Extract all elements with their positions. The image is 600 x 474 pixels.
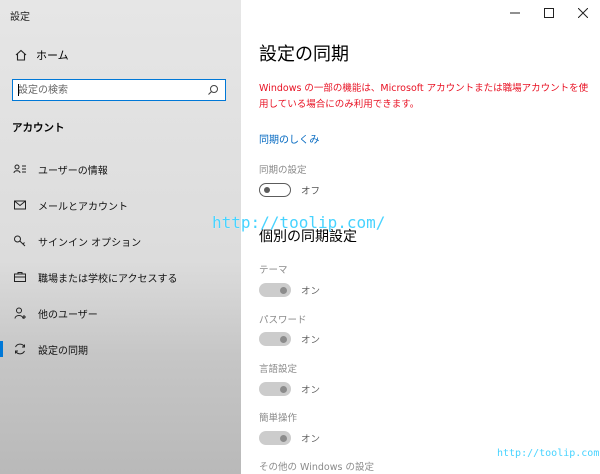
password-label: パスワード [259,315,307,326]
home-nav[interactable]: ホーム [12,44,232,66]
search-box[interactable] [12,79,226,101]
sync-setting-row: オフ [259,182,320,198]
language-row: オン [259,381,320,397]
sidebar-item-label: 設定の同期 [38,345,88,357]
language-toggle[interactable] [259,382,291,396]
text-caret [18,84,19,96]
sidebar-item-label: 職場または学校にアクセスする [38,273,178,285]
sidebar-item-other-users[interactable]: 他のユーザー [0,298,241,328]
password-toggle[interactable] [259,332,291,346]
sidebar-item-label: 他のユーザー [38,309,98,321]
ease-of-access-toggle[interactable] [259,431,291,445]
password-row: オン [259,331,320,347]
mail-icon [12,197,28,213]
search-input[interactable] [18,81,204,99]
theme-state: オン [301,286,321,297]
sidebar-item-label: メールとアカウント [38,201,128,213]
section-header-accounts: アカウント [12,122,65,134]
warning-message: Windows の一部の機能は、Microsoft アカウントまたは職場アカウン… [259,83,589,110]
main-panel: 設定の同期 Windows の一部の機能は、Microsoft アカウントまたは… [241,0,600,474]
home-icon [12,46,30,64]
sidebar-item-mail-accounts[interactable]: メールとアカウント [0,190,241,220]
theme-label: テーマ [259,265,288,276]
page-title: 設定の同期 [259,44,349,65]
person-icon [12,305,28,321]
home-label: ホーム [36,49,69,62]
active-indicator [0,341,3,357]
watermark-center: http://toolip.com/ [212,213,386,232]
maximize-button[interactable] [532,0,566,26]
ease-of-access-row: オン [259,430,320,446]
language-state: オン [301,385,321,396]
close-icon [578,8,588,18]
sync-setting-label: 同期の設定 [259,165,307,176]
sidebar-item-work-school[interactable]: 職場または学校にアクセスする [0,262,241,292]
key-icon [12,233,28,249]
ease-of-access-label: 簡単操作 [259,413,298,424]
sidebar-item-sign-in-options[interactable]: サインイン オプション [0,226,241,256]
sync-icon [12,341,28,357]
sync-setting-toggle[interactable] [259,183,291,197]
toggle-knob [280,434,287,442]
window-controls [498,0,600,26]
toggle-knob [280,286,287,294]
toggle-knob [264,186,270,193]
sidebar-item-user-info[interactable]: ユーザーの情報 [0,154,241,184]
language-label: 言語設定 [259,364,298,375]
sidebar-item-label: サインイン オプション [38,237,142,249]
minimize-button[interactable] [498,0,532,26]
minimize-icon [510,12,520,14]
theme-toggle[interactable] [259,283,291,297]
ease-of-access-state: オン [301,434,321,445]
how-sync-works-link[interactable]: 同期のしくみ [259,131,319,146]
close-button[interactable] [566,0,600,26]
briefcase-icon [12,269,28,285]
toggle-knob [280,385,287,393]
sidebar-item-label: ユーザーの情報 [38,165,108,177]
search-icon[interactable] [204,81,222,99]
maximize-icon [544,8,554,18]
toggle-knob [280,335,287,343]
sync-setting-state: オフ [301,186,321,197]
watermark-corner: http://toolip.com/ [497,448,600,459]
theme-row: オン [259,282,320,298]
sidebar: 設定 ホーム アカウント ユーザーの情報 メールとアカウント サインイン オプシ… [0,0,241,474]
sidebar-item-sync-settings[interactable]: 設定の同期 [0,334,241,364]
window-title: 設定 [10,12,30,23]
user-info-icon [12,161,28,177]
password-state: オン [301,335,321,346]
other-windows-settings-label: その他の Windows の設定 [259,462,374,473]
